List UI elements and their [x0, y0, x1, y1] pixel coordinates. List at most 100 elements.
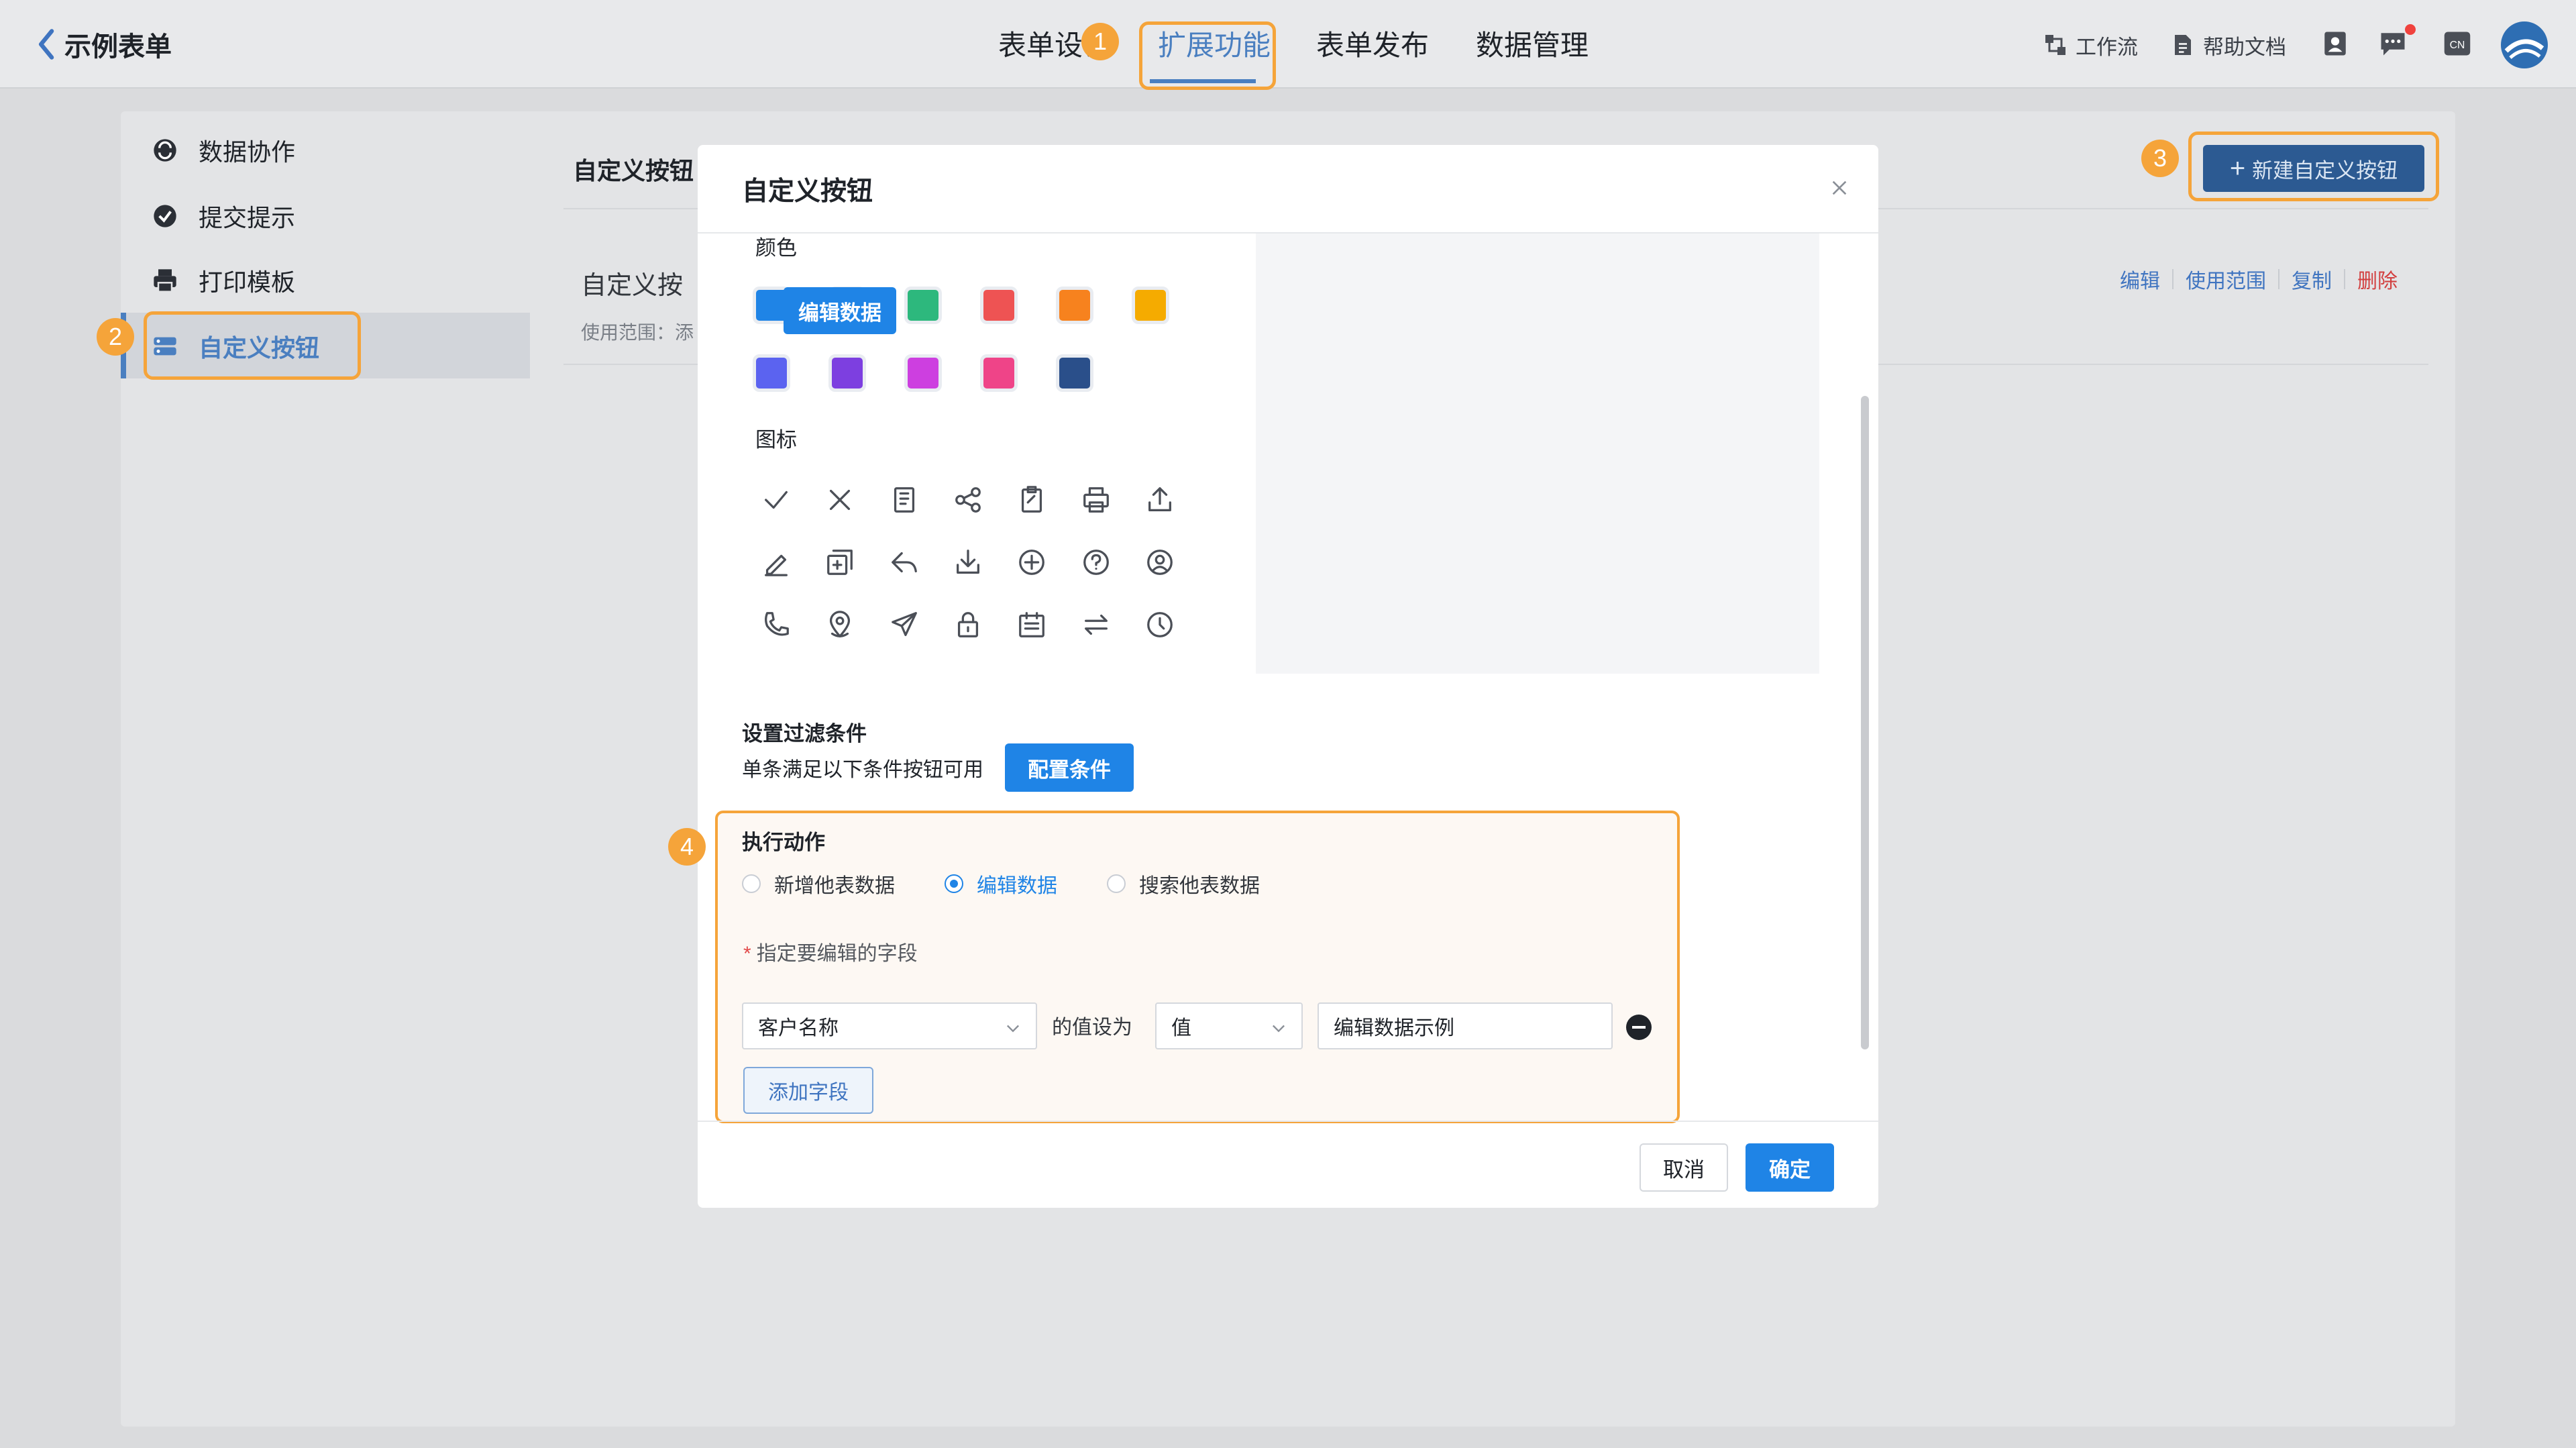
- check-icon[interactable]: [761, 484, 792, 515]
- workflow-label: 工作流: [2076, 35, 2138, 59]
- close-icon[interactable]: [824, 484, 855, 515]
- back-button[interactable]: 示例表单: [35, 25, 172, 63]
- color-label: 颜色: [755, 236, 797, 260]
- step-badge-1: 1: [1081, 23, 1119, 60]
- radio-add-other-table-data[interactable]: 新增他表数据: [742, 867, 895, 900]
- language-label: CN: [2450, 40, 2465, 51]
- icon-label: 图标: [755, 428, 797, 452]
- printer-icon[interactable]: [1081, 484, 1112, 515]
- configure-conditions-button[interactable]: 配置条件: [1005, 743, 1134, 792]
- edit-link[interactable]: 编辑: [2120, 264, 2160, 294]
- chevron-left-icon: [38, 29, 54, 60]
- help-docs-button[interactable]: 帮助文档: [2171, 28, 2286, 62]
- tab-data-management[interactable]: 数据管理: [1476, 24, 1589, 67]
- radio-circle: [945, 874, 963, 893]
- confirm-button[interactable]: 确定: [1746, 1143, 1834, 1192]
- phone-icon[interactable]: [761, 609, 792, 640]
- highlight-new-button: [2188, 132, 2439, 201]
- row-actions: 编辑 使用范围 复制 删除: [2120, 264, 2398, 294]
- sidebar-item-print-template[interactable]: 打印模板: [152, 260, 295, 301]
- usage-scope-link[interactable]: 使用范围: [2186, 264, 2266, 294]
- send-icon[interactable]: [889, 609, 920, 640]
- radio-search-other-table-data[interactable]: 搜索他表数据: [1107, 867, 1260, 900]
- swap-icon[interactable]: [1081, 609, 1112, 640]
- button-preview-area: [1256, 234, 1819, 674]
- tab-form-publish[interactable]: 表单发布: [1316, 24, 1429, 67]
- color-swatch[interactable]: [980, 354, 1018, 392]
- radio-label: 搜索他表数据: [1139, 875, 1260, 897]
- lock-icon[interactable]: [953, 609, 983, 640]
- calendar-icon[interactable]: [1016, 609, 1047, 640]
- color-swatch[interactable]: [904, 354, 942, 392]
- field-select[interactable]: 客户名称: [742, 1002, 1037, 1049]
- filter-section-title: 设置过滤条件: [742, 722, 867, 745]
- step-badge-3: 3: [2141, 140, 2179, 177]
- color-swatch[interactable]: [1056, 287, 1093, 324]
- color-swatch[interactable]: [828, 354, 866, 392]
- add-field-button[interactable]: 添加字段: [743, 1067, 873, 1114]
- location-icon[interactable]: [824, 609, 855, 640]
- reply-icon[interactable]: [889, 547, 920, 578]
- page-title: 自定义按钮: [573, 157, 694, 185]
- radio-label: 编辑数据: [977, 875, 1057, 897]
- color-swatch[interactable]: [904, 287, 942, 324]
- pen-icon[interactable]: [761, 547, 792, 578]
- step-badge-4: 4: [668, 828, 706, 866]
- step-badge-2: 2: [97, 318, 134, 356]
- clock-icon[interactable]: [1144, 609, 1175, 640]
- set-value-label: 的值设为: [1052, 1017, 1132, 1039]
- top-bar: 示例表单 表单设计 扩展功能 表单发布 数据管理 工作流 帮助文档 CN: [0, 0, 2576, 89]
- sidebar-item-submit-tips[interactable]: 提交提示: [152, 196, 295, 236]
- button-row-scope: 使用范围：添: [581, 322, 694, 343]
- sidebar-item-data-collaboration[interactable]: 数据协作: [152, 130, 295, 170]
- filter-description: 单条满足以下条件按钮可用: [742, 759, 983, 781]
- form-name: 示例表单: [64, 32, 172, 62]
- help-docs-label: 帮助文档: [2203, 35, 2286, 59]
- divider: [2172, 269, 2174, 289]
- copy-link[interactable]: 复制: [2292, 264, 2332, 294]
- color-swatch[interactable]: [1056, 354, 1093, 392]
- radio-edit-data[interactable]: 编辑数据: [945, 867, 1057, 900]
- required-field-label: * 指定要编辑的字段: [743, 937, 918, 966]
- workflow-icon: [2045, 35, 2065, 55]
- clipboard-icon[interactable]: [1016, 484, 1047, 515]
- dialog-scrollbar[interactable]: [1861, 396, 1869, 1049]
- button-row-name: 自定义按: [581, 272, 684, 300]
- plus-circle-icon[interactable]: [1016, 547, 1047, 578]
- help-circle-icon[interactable]: [1081, 547, 1112, 578]
- check-circle-icon: [154, 205, 176, 227]
- chevron-down-icon: [1273, 1025, 1285, 1033]
- value-type-select[interactable]: 值: [1155, 1002, 1303, 1049]
- upload-icon[interactable]: [1144, 484, 1175, 515]
- add-copy-icon[interactable]: [824, 547, 855, 578]
- message-icon[interactable]: [2379, 30, 2407, 58]
- color-swatch[interactable]: [753, 354, 790, 392]
- notebook-icon[interactable]: [889, 484, 920, 515]
- language-icon[interactable]: CN: [2443, 30, 2471, 58]
- avatar[interactable]: [2501, 21, 2548, 68]
- sidebar-item-label: 提交提示: [199, 204, 296, 231]
- delete-link[interactable]: 删除: [2357, 264, 2398, 294]
- close-icon[interactable]: [1829, 177, 1850, 199]
- value-input[interactable]: 编辑数据示例: [1318, 1002, 1613, 1049]
- highlight-extensions-tab: [1139, 21, 1276, 90]
- sidebar-item-label: 打印模板: [199, 268, 296, 296]
- collaboration-icon: [154, 139, 176, 162]
- document-icon: [2175, 35, 2191, 55]
- color-swatch[interactable]: [1132, 287, 1169, 324]
- radio-circle: [1107, 874, 1126, 893]
- remove-field-icon[interactable]: [1626, 1015, 1652, 1040]
- value-input-text: 编辑数据示例: [1334, 1017, 1454, 1039]
- cancel-button[interactable]: 取消: [1640, 1143, 1728, 1192]
- workflow-button[interactable]: 工作流: [2043, 28, 2138, 62]
- contacts-icon[interactable]: [2321, 30, 2349, 58]
- user-circle-icon[interactable]: [1144, 547, 1175, 578]
- divider: [2344, 269, 2345, 289]
- share-icon[interactable]: [953, 484, 983, 515]
- required-star: *: [743, 943, 751, 965]
- chevron-down-icon: [1007, 1025, 1019, 1033]
- highlight-custom-button-item: [144, 311, 361, 380]
- color-swatch[interactable]: [980, 287, 1018, 324]
- download-icon[interactable]: [953, 547, 983, 578]
- action-section-title: 执行动作: [742, 831, 825, 854]
